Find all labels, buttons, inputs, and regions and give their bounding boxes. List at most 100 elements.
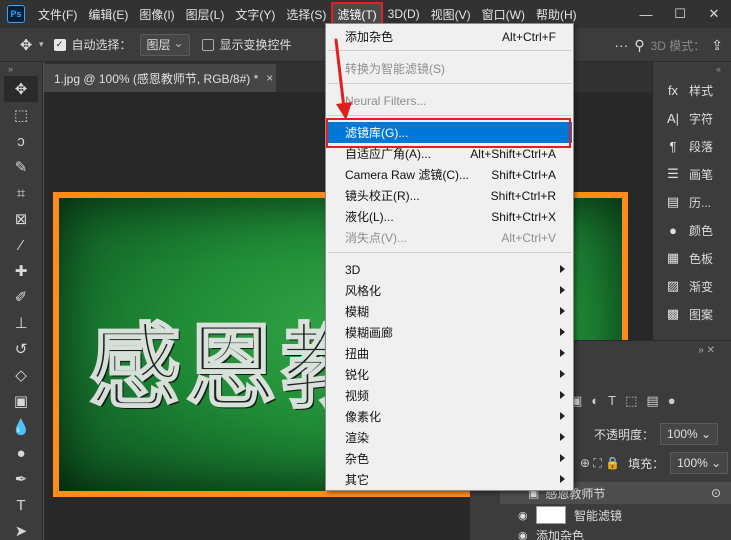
menu-type[interactable]: 文字(Y): [230, 3, 280, 25]
menu-item-noise[interactable]: 杂色: [327, 448, 572, 469]
move-tool-preset-icon[interactable]: ✥: [14, 33, 38, 57]
document-tab[interactable]: 1.jpg @ 100% (感恩教师节, RGB/8#) * ×: [44, 64, 276, 92]
layer-options-icon[interactable]: ⊙: [711, 486, 721, 500]
type-filter-icon[interactable]: T: [608, 393, 616, 409]
healing-brush-tool-icon[interactable]: ✚: [4, 258, 38, 284]
menu-select[interactable]: 选择(S): [281, 3, 331, 25]
marquee-tool-icon[interactable]: ⬚: [4, 102, 38, 128]
share-icon[interactable]: ⇪: [711, 37, 723, 54]
gradient-tool-icon[interactable]: ▣: [4, 388, 38, 414]
close-window-button[interactable]: ✕: [697, 0, 731, 28]
type-tool-icon[interactable]: T: [4, 492, 38, 518]
menu-window[interactable]: 窗口(W): [477, 3, 530, 25]
filter-entry-row[interactable]: ◉ 添加杂色: [500, 524, 731, 540]
menu-layer[interactable]: 图层(L): [181, 3, 230, 25]
menu-help[interactable]: 帮助(H): [531, 3, 582, 25]
menu-separator: [328, 83, 571, 84]
menu-image[interactable]: 图像(I): [134, 3, 179, 25]
panel-brushes[interactable]: ☰ 画笔: [653, 160, 731, 188]
menu-filter[interactable]: 滤镜(T): [331, 2, 383, 26]
menu-item-camera-raw[interactable]: Camera Raw 滤镜(C)... Shift+Ctrl+A: [327, 164, 572, 185]
filter-toggle-icon[interactable]: ●: [668, 393, 676, 409]
panel-character[interactable]: A| 字符: [653, 104, 731, 132]
blur-tool-icon[interactable]: 💧: [4, 414, 38, 440]
menu-item-render[interactable]: 渲染: [327, 427, 572, 448]
menu-item-distort[interactable]: 扭曲: [327, 343, 572, 364]
menu-item-shortcut: Shift+Ctrl+R: [490, 188, 556, 203]
chevron-down-icon[interactable]: ▾: [39, 39, 44, 50]
smart-filter-visibility-icon[interactable]: ◉: [518, 509, 536, 522]
crop-tool-icon[interactable]: ⌗: [4, 180, 38, 206]
filter-entry-visibility-icon[interactable]: ◉: [518, 529, 536, 540]
close-tab-icon[interactable]: ×: [266, 71, 273, 85]
opacity-field[interactable]: 100% ⌄: [660, 423, 719, 445]
panel-swatches[interactable]: ▦ 色板: [653, 244, 731, 272]
menu-item-label: 渲染: [345, 431, 370, 445]
shape-filter-icon[interactable]: ⬚: [625, 393, 637, 409]
history-brush-tool-icon[interactable]: ↺: [4, 336, 38, 362]
submenu-arrow-icon: [560, 307, 565, 315]
panel-paragraph[interactable]: ¶ 段落: [653, 132, 731, 160]
menu-item-3d[interactable]: 3D: [327, 259, 572, 280]
menu-item-adaptive-wide-angle[interactable]: 自适应广角(A)... Alt+Shift+Ctrl+A: [327, 143, 572, 164]
fill-field[interactable]: 100% ⌄: [670, 452, 729, 474]
menu-item-vanishing-point[interactable]: 消失点(V)... Alt+Ctrl+V: [327, 227, 572, 248]
eyedropper-tool-icon[interactable]: ⁄: [4, 232, 38, 258]
panel-styles[interactable]: fx 样式: [653, 76, 731, 104]
menu-item-label: 添加杂色: [345, 30, 394, 44]
filter-mask-thumbnail[interactable]: [536, 506, 566, 524]
menu-3d[interactable]: 3D(D): [383, 3, 425, 25]
search-icon[interactable]: ⚲: [634, 37, 644, 54]
stamp-tool-icon[interactable]: ⊥: [4, 310, 38, 336]
menu-item-video[interactable]: 视频: [327, 385, 572, 406]
collapse-toolbar-icon[interactable]: »: [0, 62, 42, 76]
brush-tool-icon[interactable]: ✐: [4, 284, 38, 310]
smart-filters-row[interactable]: ◉ 智能滤镜: [500, 504, 731, 526]
move-tool-icon[interactable]: ✥: [4, 76, 38, 102]
menu-item-pixelate[interactable]: 像素化: [327, 406, 572, 427]
dodge-tool-icon[interactable]: ●: [4, 440, 38, 466]
adjustment-filter-icon[interactable]: ◐: [591, 393, 599, 409]
auto-select-label: 自动选择：: [71, 38, 132, 52]
panel-history[interactable]: ▤ 历...: [653, 188, 731, 216]
menu-view[interactable]: 视图(V): [426, 3, 476, 25]
menu-separator: [328, 50, 571, 51]
lasso-tool-icon[interactable]: ↄ: [4, 128, 38, 154]
lock-icons[interactable]: ⊕ ⛶ 🔒: [580, 456, 620, 471]
menu-item-lens-correction[interactable]: 镜头校正(R)... Shift+Ctrl+R: [327, 185, 572, 206]
menu-item-neural-filters[interactable]: Neural Filters...: [327, 90, 572, 111]
eraser-tool-icon[interactable]: ◇: [4, 362, 38, 388]
minimize-button[interactable]: —: [629, 0, 663, 28]
menu-item-other[interactable]: 其它: [327, 469, 572, 490]
panel-color[interactable]: ● 颜色: [653, 216, 731, 244]
submenu-arrow-icon: [560, 391, 565, 399]
maximize-button[interactable]: ☐: [663, 0, 697, 28]
panel-header-controls[interactable]: » ✕: [698, 345, 715, 356]
path-select-tool-icon[interactable]: ➤: [4, 518, 38, 540]
panel-patterns[interactable]: ▩ 图案: [653, 300, 731, 328]
auto-select-checkbox[interactable]: ✓: [53, 38, 66, 51]
auto-select-target-dropdown[interactable]: 图层: [139, 33, 190, 56]
menu-item-add-noise-last[interactable]: 添加杂色 Alt+Ctrl+F: [327, 26, 572, 47]
pen-tool-icon[interactable]: ✒: [4, 466, 38, 492]
menu-item-blur[interactable]: 模糊: [327, 301, 572, 322]
menu-item-filter-gallery[interactable]: 滤镜库(G)...: [327, 122, 572, 143]
collapse-panels-icon[interactable]: «: [653, 62, 731, 76]
menu-item-liquify[interactable]: 液化(L)... Shift+Ctrl+X: [327, 206, 572, 227]
gradients-icon: ▨: [666, 278, 680, 293]
more-icon[interactable]: ···: [614, 37, 628, 53]
menu-item-sharpen[interactable]: 锐化: [327, 364, 572, 385]
frame-tool-icon[interactable]: ⊠: [4, 206, 38, 232]
submenu-arrow-icon: [560, 433, 565, 441]
menu-edit[interactable]: 编辑(E): [83, 3, 133, 25]
show-transform-checkbox[interactable]: [201, 38, 214, 51]
menu-item-convert-smart-filters[interactable]: 转换为智能滤镜(S): [327, 58, 572, 79]
menu-item-blur-gallery[interactable]: 模糊画廊: [327, 322, 572, 343]
menu-item-label: 模糊: [345, 305, 370, 319]
tools-panel: » ✥ ⬚ ↄ ✎ ⌗ ⊠ ⁄ ✚ ✐ ⊥ ↺ ◇ ▣ 💧 ● ✒ T ➤: [0, 62, 43, 540]
menu-file[interactable]: 文件(F): [33, 3, 82, 25]
smart-object-filter-icon[interactable]: ▤: [646, 393, 658, 409]
quick-select-tool-icon[interactable]: ✎: [4, 154, 38, 180]
panel-gradients[interactable]: ▨ 渐变: [653, 272, 731, 300]
menu-item-stylize[interactable]: 风格化: [327, 280, 572, 301]
